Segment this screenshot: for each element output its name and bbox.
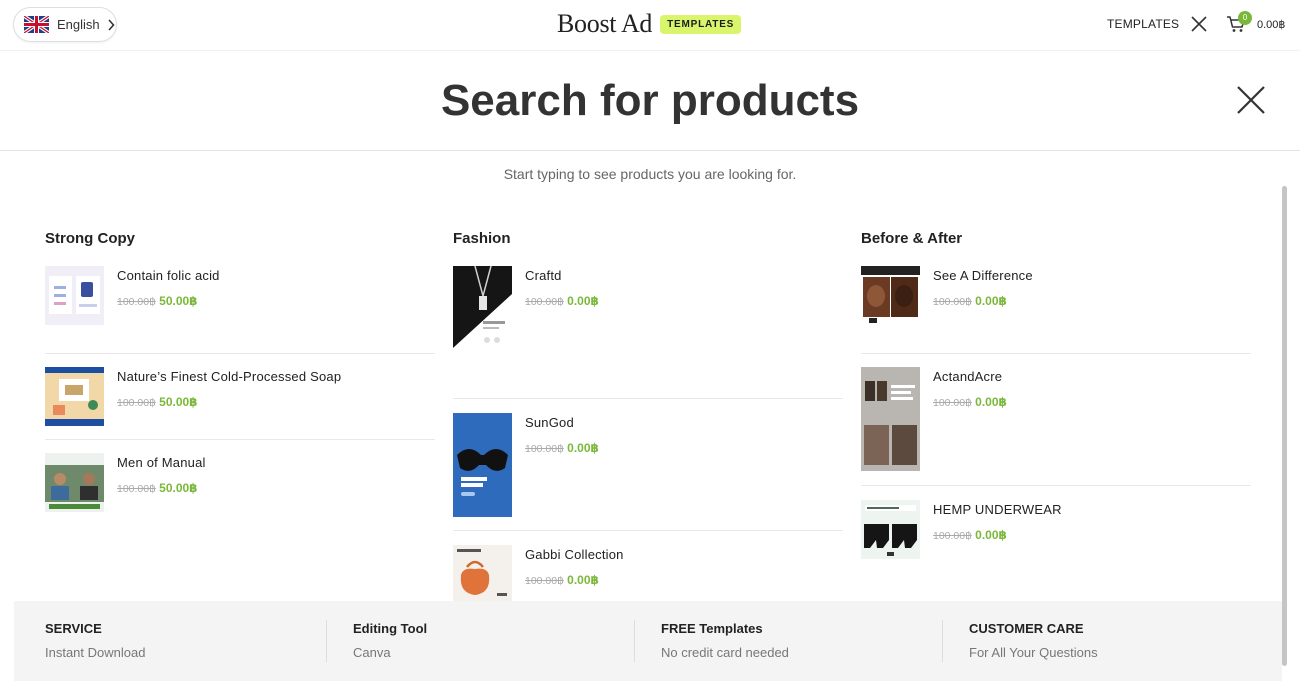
product-thumbnail <box>861 500 920 559</box>
product-thumbnail <box>453 266 512 348</box>
sale-price: 0.00฿ <box>567 573 599 587</box>
product-name[interactable]: ActandAcre <box>933 369 1002 384</box>
sale-price: 0.00฿ <box>975 395 1007 409</box>
product-price: 100.00฿ 50.00฿ <box>117 395 198 409</box>
feature-text: No credit card needed <box>661 645 789 660</box>
old-price: 100.00฿ <box>525 575 564 587</box>
old-price: 100.00฿ <box>525 296 564 308</box>
old-price: 100.00฿ <box>117 296 156 308</box>
category-title: Before & After <box>861 230 963 247</box>
uk-flag-icon <box>24 16 49 33</box>
feature-title: Editing Tool <box>353 621 428 636</box>
product-price: 100.00฿ 0.00฿ <box>525 294 599 308</box>
search-input[interactable] <box>200 71 1100 131</box>
product-thumbnail <box>453 545 512 603</box>
footer-feature-customer-care: CUSTOMER CARE For All Your Questions <box>969 621 1249 660</box>
product-name[interactable]: Contain folic acid <box>117 268 220 283</box>
feature-text: Canva <box>353 645 391 660</box>
category-column-fashion: Fashion Craftd 100.00฿ 0.00฿ SunGod 100.… <box>453 230 843 617</box>
product-thumbnail <box>453 413 512 517</box>
product-item[interactable]: Craftd 100.00฿ 0.00฿ <box>453 266 843 399</box>
close-search-icon[interactable] <box>1236 85 1266 115</box>
product-price: 100.00฿ 0.00฿ <box>933 395 1007 409</box>
scrollbar[interactable] <box>1282 186 1287 666</box>
old-price: 100.00฿ <box>525 443 564 455</box>
search-hint: Start typing to see products you are loo… <box>503 166 797 182</box>
feature-title: SERVICE <box>45 621 102 636</box>
footer-divider <box>326 620 327 662</box>
product-name[interactable]: HEMP UNDERWEAR <box>933 502 1062 517</box>
category-column-before-after: Before & After See A Difference 100.00฿ … <box>861 230 1251 572</box>
search-bar <box>0 50 1300 151</box>
product-price: 100.00฿ 50.00฿ <box>117 481 198 495</box>
product-name[interactable]: See A Difference <box>933 268 1033 283</box>
product-price: 100.00฿ 0.00฿ <box>933 294 1007 308</box>
cart-total[interactable]: 0.00฿ <box>1257 18 1285 31</box>
feature-title: CUSTOMER CARE <box>969 621 1084 636</box>
nav-templates-link[interactable]: TEMPLATES <box>1107 17 1179 31</box>
product-price: 100.00฿ 0.00฿ <box>525 573 599 587</box>
product-item[interactable]: Contain folic acid 100.00฿ 50.00฿ <box>45 266 435 354</box>
sale-price: 0.00฿ <box>975 528 1007 542</box>
language-selector[interactable]: English <box>13 7 117 42</box>
product-name[interactable]: Men of Manual <box>117 455 206 470</box>
category-column-strong-copy: Strong Copy Contain folic acid 100.00฿ 5… <box>45 230 435 526</box>
logo-badge: TEMPLATES <box>660 14 742 34</box>
site-header: English Boost Ad TEMPLATES TEMPLATES 0 0… <box>0 0 1300 50</box>
product-price: 100.00฿ 0.00฿ <box>525 441 599 455</box>
product-item[interactable]: See A Difference 100.00฿ 0.00฿ <box>861 266 1251 354</box>
category-title: Strong Copy <box>45 230 135 247</box>
category-title: Fashion <box>453 230 511 247</box>
feature-title: FREE Templates <box>661 621 763 636</box>
feature-text: For All Your Questions <box>969 645 1098 660</box>
feature-text: Instant Download <box>45 645 146 660</box>
product-item[interactable]: Nature’s Finest Cold-Processed Soap 100.… <box>45 354 435 440</box>
sale-price: 0.00฿ <box>567 294 599 308</box>
cart-count-badge: 0 <box>1238 11 1252 25</box>
footer-feature-editing-tool: Editing Tool Canva <box>353 621 633 660</box>
product-name[interactable]: Nature’s Finest Cold-Processed Soap <box>117 369 341 384</box>
old-price: 100.00฿ <box>117 397 156 409</box>
product-thumbnail <box>45 367 104 426</box>
footer-divider <box>942 620 943 662</box>
product-name[interactable]: SunGod <box>525 415 574 430</box>
product-item[interactable]: Men of Manual 100.00฿ 50.00฿ <box>45 440 435 526</box>
sale-price: 0.00฿ <box>975 294 1007 308</box>
product-thumbnail <box>861 266 920 325</box>
sale-price: 50.00฿ <box>159 395 198 409</box>
footer-feature-free-templates: FREE Templates No credit card needed <box>661 621 941 660</box>
product-item[interactable]: SunGod 100.00฿ 0.00฿ <box>453 399 843 531</box>
footer-feature-service: SERVICE Instant Download <box>45 621 325 660</box>
product-thumbnail <box>45 453 104 512</box>
footer-divider <box>634 620 635 662</box>
product-thumbnail <box>861 367 920 471</box>
old-price: 100.00฿ <box>117 483 156 495</box>
sale-price: 50.00฿ <box>159 294 198 308</box>
product-price: 100.00฿ 0.00฿ <box>933 528 1007 542</box>
language-label: English <box>57 17 100 32</box>
product-thumbnail <box>45 266 104 325</box>
logo-text: Boost Ad <box>557 9 653 38</box>
old-price: 100.00฿ <box>933 397 972 409</box>
product-name[interactable]: Craftd <box>525 268 562 283</box>
site-logo[interactable]: Boost Ad TEMPLATES <box>557 9 742 39</box>
old-price: 100.00฿ <box>933 530 972 542</box>
features-footer: SERVICE Instant Download Editing Tool Ca… <box>14 601 1282 681</box>
product-price: 100.00฿ 50.00฿ <box>117 294 198 308</box>
product-name[interactable]: Gabbi Collection <box>525 547 624 562</box>
product-item[interactable]: HEMP UNDERWEAR 100.00฿ 0.00฿ <box>861 486 1251 572</box>
sale-price: 50.00฿ <box>159 481 198 495</box>
sale-price: 0.00฿ <box>567 441 599 455</box>
old-price: 100.00฿ <box>933 296 972 308</box>
product-item[interactable]: ActandAcre 100.00฿ 0.00฿ <box>861 354 1251 486</box>
close-icon[interactable] <box>1191 16 1207 32</box>
chevron-right-icon <box>108 18 115 31</box>
